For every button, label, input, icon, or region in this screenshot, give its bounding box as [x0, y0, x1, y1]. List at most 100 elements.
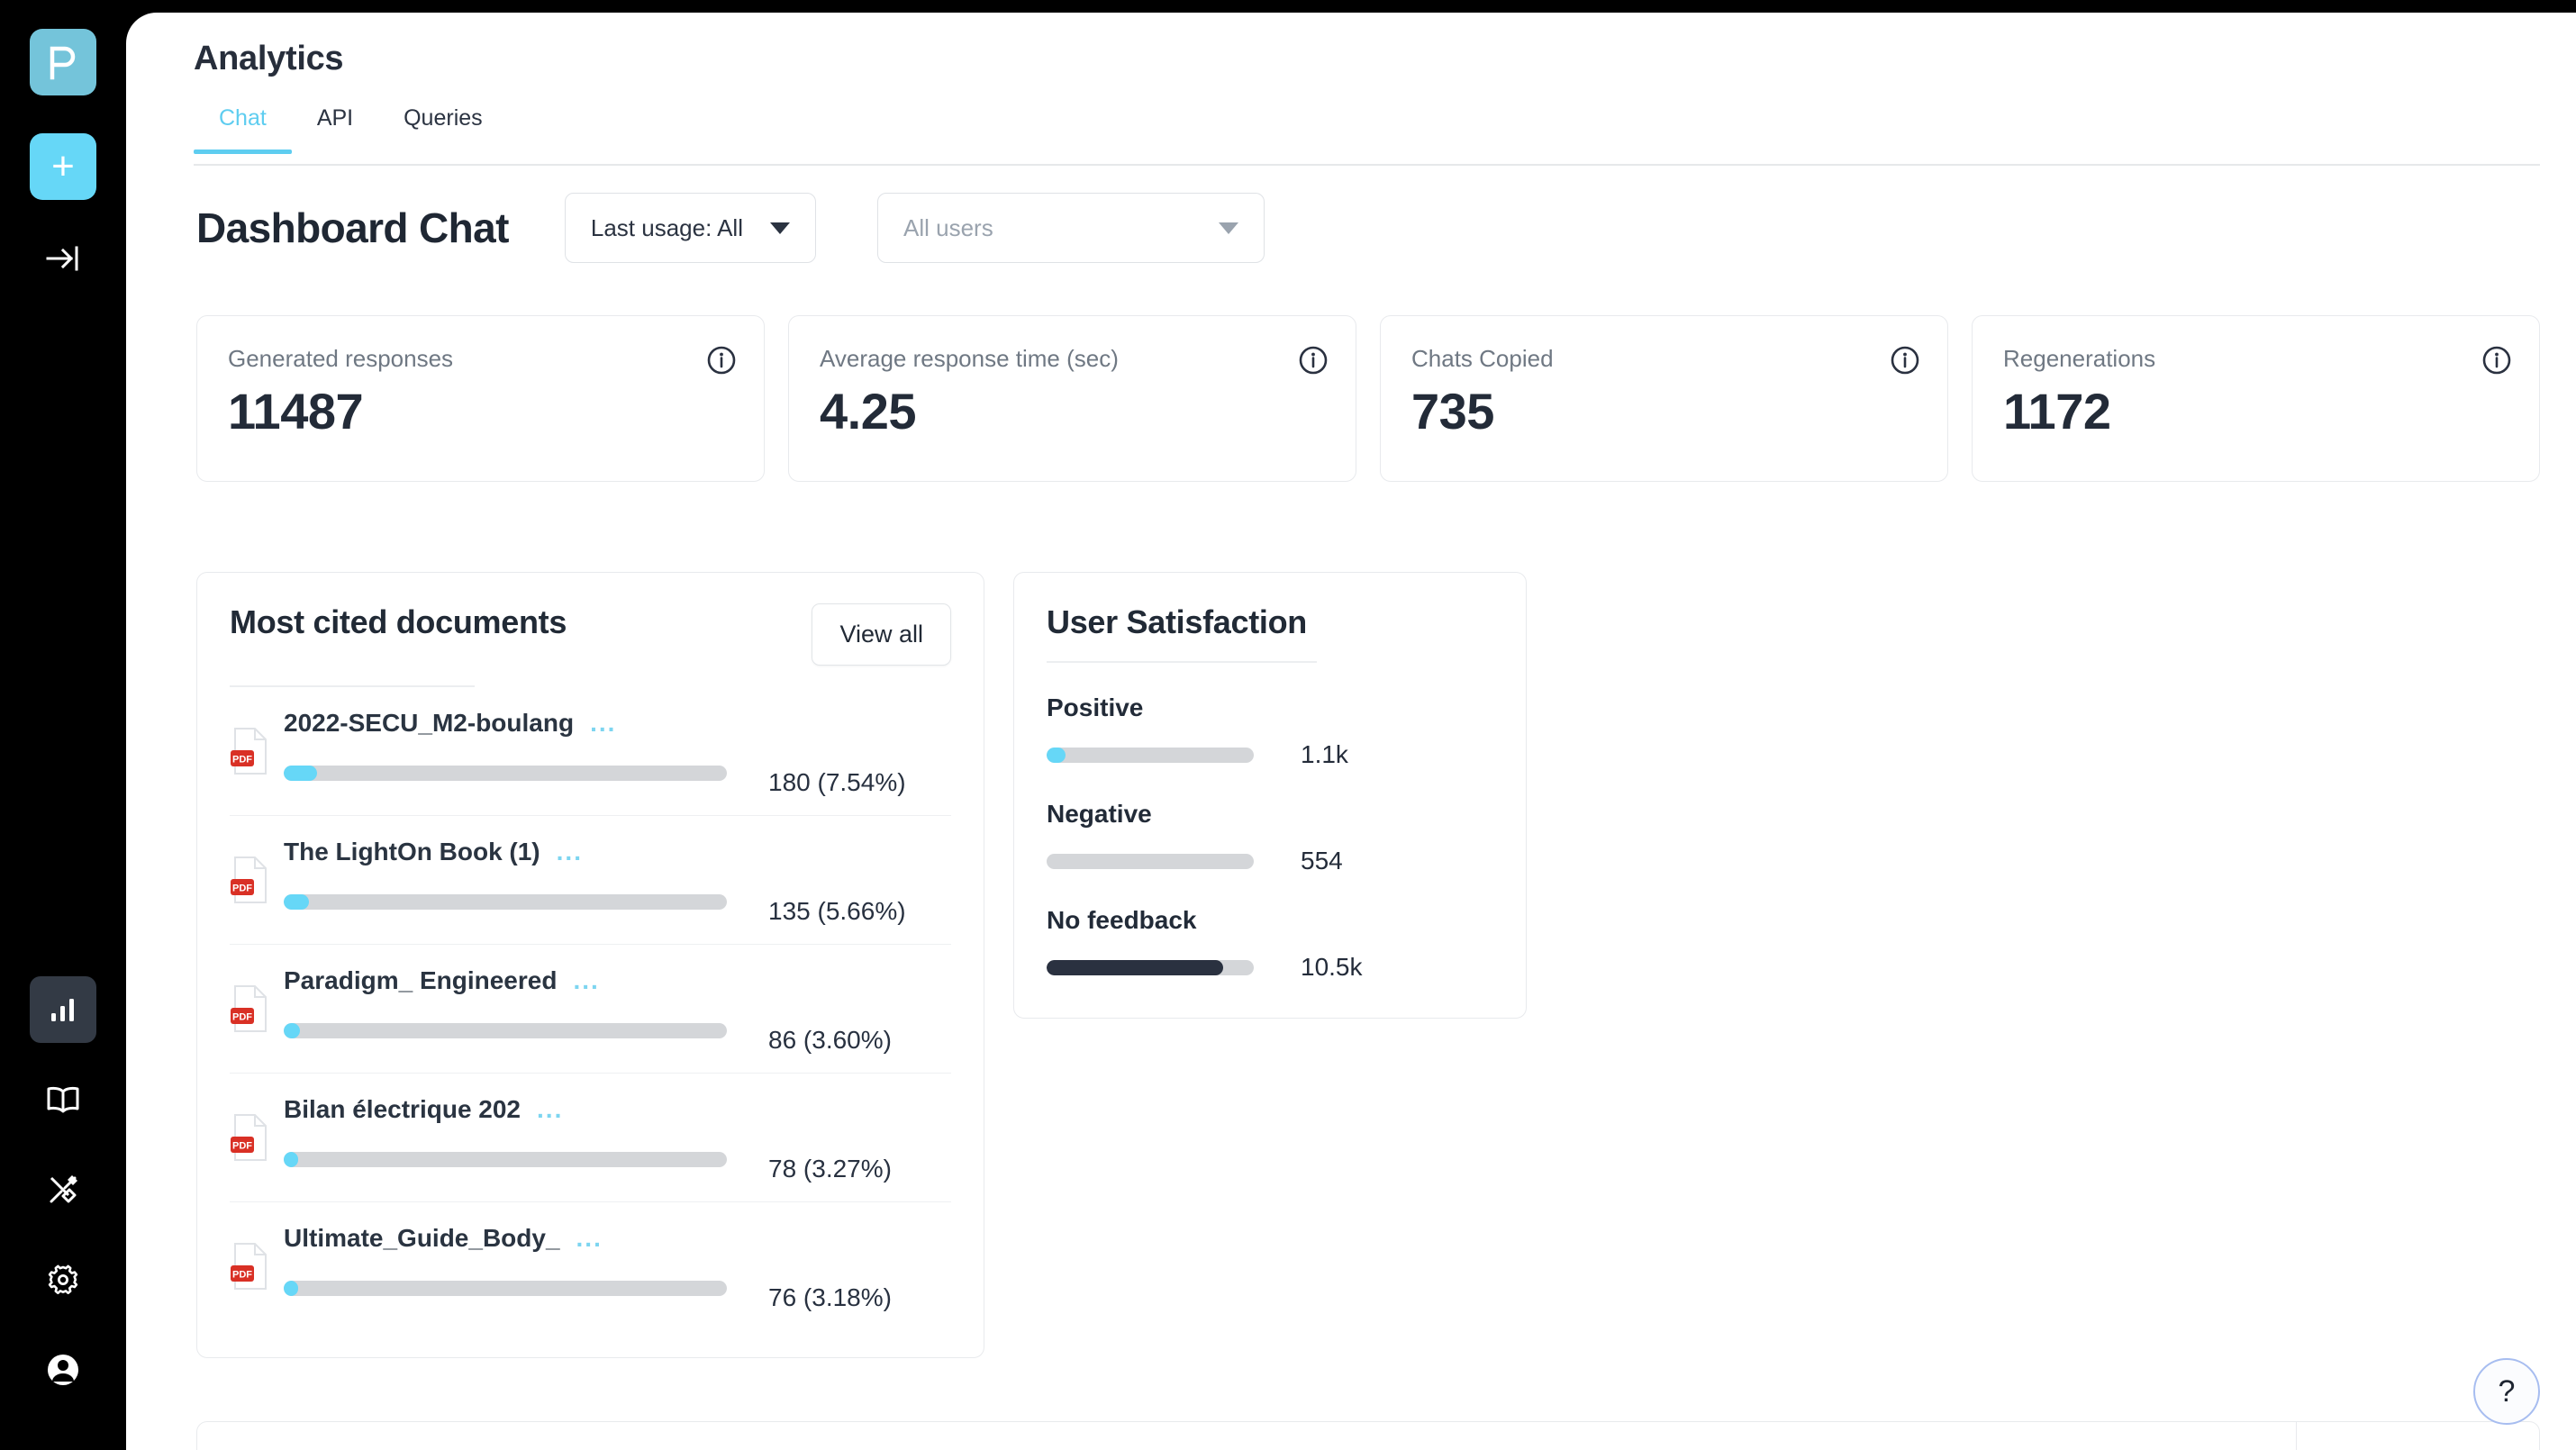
sidebar-item-tools[interactable] — [30, 1156, 96, 1223]
citation-count: 180 (7.54%) — [768, 768, 906, 796]
most-cited-documents-panel: Most cited documents View all PDF 2022-S… — [196, 572, 984, 1358]
info-icon[interactable] — [706, 345, 737, 380]
satisfaction-value: 10.5k — [1301, 953, 1363, 981]
user-avatar-icon — [48, 1355, 78, 1385]
stat-value: 735 — [1411, 383, 1494, 440]
sidebar-item-library[interactable] — [30, 1066, 96, 1133]
ellipsis-icon: ... — [590, 709, 617, 737]
chevron-down-icon — [1219, 222, 1238, 234]
citation-count: 78 (3.27%) — [768, 1155, 892, 1183]
ellipsis-icon: ... — [576, 1224, 603, 1252]
list-item[interactable]: PDF Bilan électrique 202 ... 78 (3.27%) — [230, 1074, 951, 1202]
panel-title: User Satisfaction — [1047, 603, 1307, 640]
svg-text:PDF: PDF — [232, 755, 252, 766]
citation-bar-track — [284, 1151, 727, 1167]
citation-bar-track — [284, 1280, 727, 1296]
bar-chart-icon — [51, 999, 74, 1021]
satisfaction-row-positive: Positive 1.1k — [1047, 693, 1493, 769]
svg-text:PDF: PDF — [232, 1141, 252, 1152]
stat-card-regenerations: Regenerations 1172 — [1972, 315, 2540, 482]
svg-text:PDF: PDF — [232, 1012, 252, 1023]
satisfaction-row-negative: Negative 554 — [1047, 800, 1493, 875]
pdf-file-icon: PDF — [230, 727, 271, 780]
satisfaction-bar-track — [1047, 959, 1254, 975]
citation-count: 135 (5.66%) — [768, 897, 906, 925]
panel-header: Most cited documents View all — [230, 603, 951, 666]
citation-bar-track — [284, 893, 727, 910]
satisfaction-row-no-feedback: No feedback 10.5k — [1047, 906, 1493, 982]
panel-row: Most cited documents View all PDF 2022-S… — [126, 482, 2576, 1358]
list-item[interactable]: PDF The LightOn Book (1) ... 135 (5.66%) — [230, 816, 951, 945]
tab-queries[interactable]: Queries — [378, 105, 508, 151]
tab-chat[interactable]: Chat — [194, 105, 292, 154]
tab-api[interactable]: API — [292, 105, 378, 151]
ellipsis-icon: ... — [556, 838, 583, 865]
satisfaction-bar-fill — [1047, 959, 1223, 975]
pdf-file-icon: PDF — [230, 1242, 271, 1295]
citation-bar-fill — [284, 893, 309, 910]
document-name: The LightOn Book (1) — [284, 838, 540, 865]
stat-card-chats-copied: Chats Copied 735 — [1380, 315, 1948, 482]
page-title: Analytics — [194, 40, 344, 77]
view-all-button[interactable]: View all — [812, 603, 951, 666]
satisfaction-value: 554 — [1301, 847, 1343, 875]
column-header-actions[interactable]: Actions — [2296, 1422, 2539, 1450]
pdf-file-icon: PDF — [230, 856, 271, 909]
citation-bar-fill — [284, 765, 318, 781]
application-window: + Analytics Chat API Queries Dashboard C… — [0, 0, 2576, 1450]
table-header-row: Date ↓ Users Model Answer Feedback Docs … — [197, 1422, 2539, 1450]
sidebar: + — [0, 0, 126, 1450]
citation-count: 76 (3.18%) — [768, 1283, 892, 1311]
citation-bar-fill — [284, 1151, 299, 1167]
sidebar-item-account[interactable] — [30, 1337, 96, 1403]
users-filter-value: All users — [903, 213, 993, 241]
list-item[interactable]: PDF 2022-SECU_M2-boulang ... 180 (7.54%) — [230, 687, 951, 816]
satisfaction-bar-track — [1047, 853, 1254, 869]
satisfaction-bar-track — [1047, 747, 1254, 763]
info-icon[interactable] — [1890, 345, 1920, 380]
ellipsis-icon: ... — [573, 966, 600, 994]
last-usage-filter[interactable]: Last usage: All — [564, 193, 816, 263]
sidebar-item-analytics[interactable] — [30, 976, 96, 1043]
app-logo-button[interactable] — [30, 29, 96, 95]
tab-divider — [194, 164, 2540, 166]
satisfaction-label: No feedback — [1047, 906, 1197, 934]
document-name: Paradigm_ Engineered — [284, 966, 558, 994]
info-icon[interactable] — [2481, 345, 2512, 380]
satisfaction-value: 1.1k — [1301, 740, 1348, 768]
book-icon — [47, 1086, 79, 1113]
stat-card-generated-responses: Generated responses 11487 — [196, 315, 765, 482]
stat-card-average-response-time: Average response time (sec) 4.25 — [788, 315, 1356, 482]
sidebar-item-settings[interactable] — [30, 1246, 96, 1313]
citation-bar-track — [284, 765, 727, 781]
ellipsis-icon: ... — [537, 1095, 564, 1123]
svg-text:PDF: PDF — [232, 1270, 252, 1281]
citation-count: 86 (3.60%) — [768, 1026, 892, 1054]
help-button[interactable]: ? — [2473, 1358, 2540, 1425]
stat-label: Chats Copied — [1411, 345, 1554, 372]
satisfaction-label: Negative — [1047, 800, 1152, 828]
dashboard-title: Dashboard Chat — [196, 204, 509, 251]
tab-bar: Chat API Queries — [126, 105, 2576, 154]
info-icon[interactable] — [1298, 345, 1329, 380]
list-item[interactable]: PDF Paradigm_ Engineered ... 86 (3.60%) — [230, 945, 951, 1074]
svg-text:PDF: PDF — [232, 884, 252, 894]
main-content: Analytics Chat API Queries Dashboard Cha… — [126, 13, 2576, 1450]
stat-value: 4.25 — [820, 383, 917, 440]
chevron-down-icon — [770, 222, 790, 234]
list-item[interactable]: PDF Ultimate_Guide_Body_ ... 76 (3.18%) — [230, 1202, 951, 1330]
stat-label: Average response time (sec) — [820, 345, 1119, 372]
conversations-table: Date ↓ Users Model Answer Feedback Docs … — [196, 1421, 2540, 1450]
stat-value: 11487 — [228, 383, 364, 440]
citation-bar-fill — [284, 1280, 298, 1296]
user-satisfaction-panel: User Satisfaction Positive 1.1k Negative — [1013, 572, 1527, 1019]
stat-value: 1172 — [2003, 383, 2111, 440]
users-filter[interactable]: All users — [877, 193, 1265, 263]
pdf-file-icon: PDF — [230, 984, 271, 1038]
new-chat-button[interactable]: + — [30, 133, 96, 200]
satisfaction-label: Positive — [1047, 693, 1144, 721]
collapse-sidebar-button[interactable] — [36, 236, 90, 281]
panel-divider — [1047, 661, 1317, 663]
document-name: Ultimate_Guide_Body_ — [284, 1224, 560, 1252]
arrow-right-to-line-icon — [46, 246, 78, 271]
